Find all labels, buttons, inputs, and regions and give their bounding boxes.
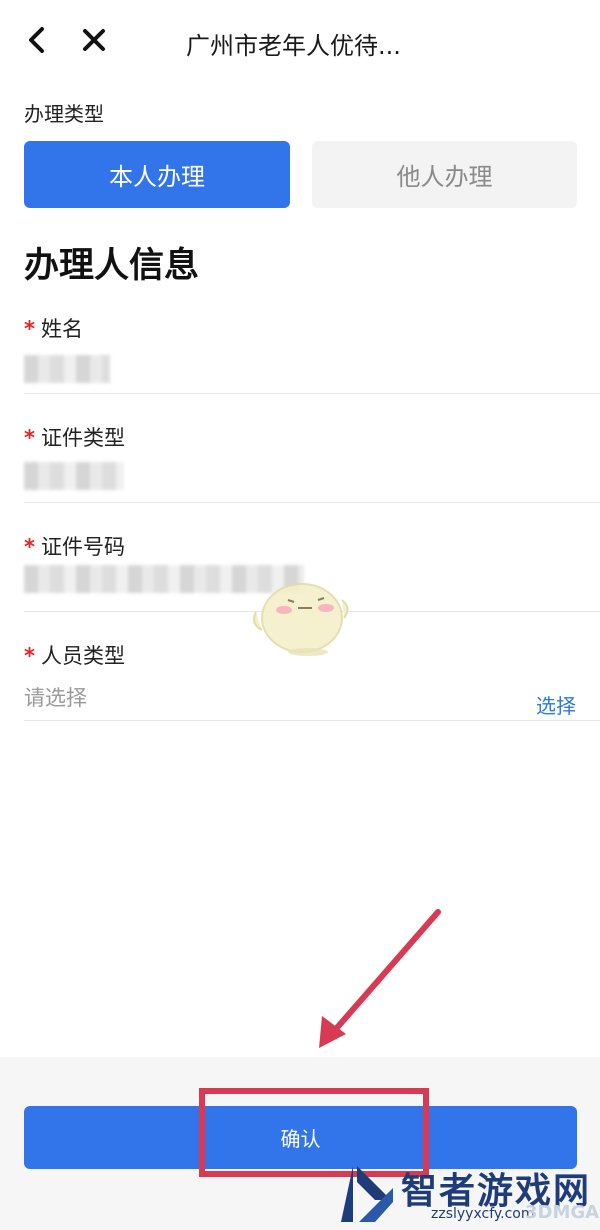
divider [24, 502, 600, 503]
mascot-watermark-icon [253, 583, 349, 656]
id-number-label: 证件号码 [40, 535, 125, 559]
close-icon [83, 29, 105, 51]
person-type-field-label: * 人员类型 [24, 640, 125, 670]
id-type-value-obscured [24, 462, 124, 490]
name-field-label: * 姓名 [24, 313, 83, 343]
name-field[interactable]: * 姓名 [24, 313, 600, 395]
close-button[interactable] [76, 22, 112, 58]
watermark-sub-brand: 3DMGAME [525, 1202, 600, 1223]
person-type-select-button[interactable]: 选择 [536, 690, 576, 719]
required-mark: * [24, 426, 35, 450]
handling-type-label: 办理类型 [24, 102, 104, 126]
option-other-handling[interactable]: 他人办理 [312, 141, 577, 208]
option-self-handling[interactable]: 本人办理 [24, 141, 290, 208]
id-type-field-label: * 证件类型 [24, 422, 125, 452]
required-mark: * [24, 644, 35, 668]
top-bar: 广州市老年人优待... [0, 0, 600, 82]
person-type-label: 人员类型 [40, 644, 125, 668]
handler-info-title: 办理人信息 [24, 246, 200, 286]
page-title: 广州市老年人优待... [186, 32, 401, 60]
id-type-field[interactable]: * 证件类型 [24, 422, 600, 504]
back-button[interactable] [19, 22, 55, 58]
chevron-left-icon [29, 27, 44, 53]
divider [24, 393, 600, 394]
name-label: 姓名 [40, 317, 83, 341]
brand-logo-icon [341, 1166, 393, 1222]
watermark-url: zzslyyxcfy.com [431, 1206, 535, 1222]
id-type-label: 证件类型 [40, 426, 125, 450]
id-number-field-label: * 证件号码 [24, 531, 125, 561]
required-mark: * [24, 535, 35, 559]
required-mark: * [24, 317, 35, 341]
name-value-obscured [24, 355, 110, 383]
person-type-placeholder: 请选择 [24, 686, 87, 710]
site-watermark: 智者游戏网 zzslyyxcfy.com 3DMGAME [335, 1160, 600, 1226]
divider [24, 720, 600, 721]
